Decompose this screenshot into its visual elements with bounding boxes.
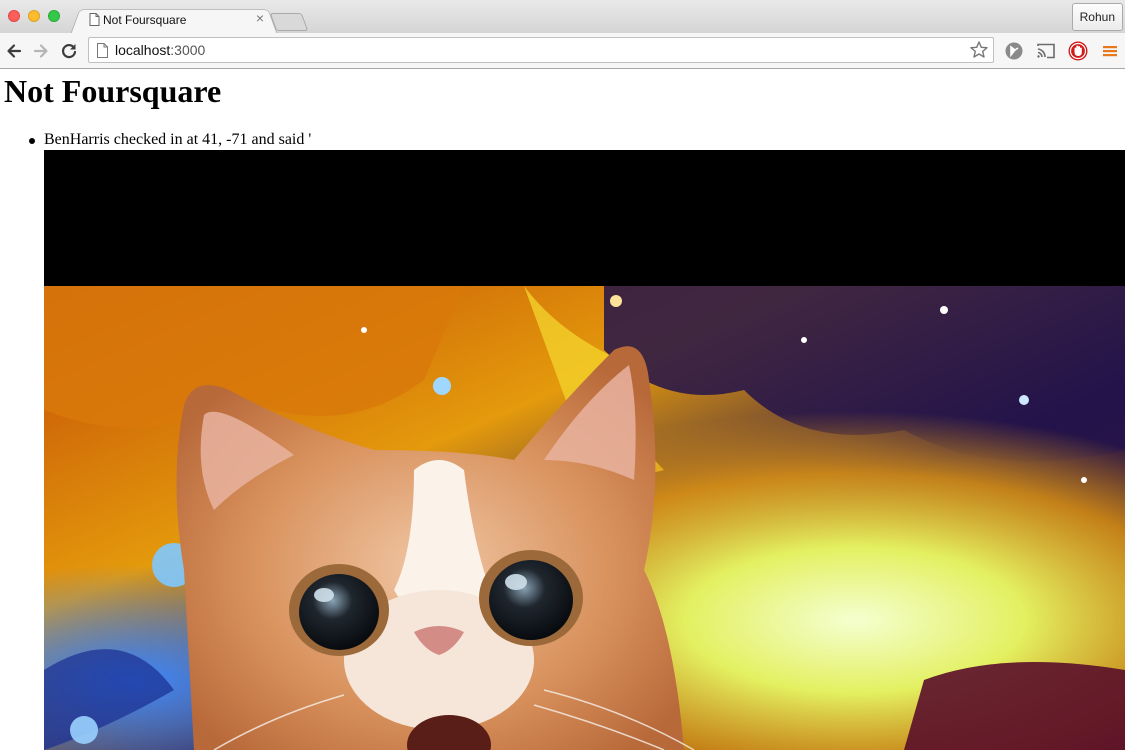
menu-icon[interactable] <box>1099 40 1121 62</box>
url-text: localhost:3000 <box>115 42 205 58</box>
adblock-icon[interactable] <box>1067 40 1089 62</box>
close-window-button[interactable] <box>8 10 20 22</box>
bookmark-star-icon[interactable] <box>969 40 989 60</box>
web-page: Not Foursquare BenHarris checked in at 4… <box>0 69 1125 750</box>
tab-active[interactable]: Not Foursquare × <box>84 6 270 33</box>
page-icon <box>97 43 108 58</box>
list-bullet <box>29 138 35 144</box>
tab-strip: Not Foursquare × Rohun <box>0 0 1125 36</box>
new-tab-button[interactable] <box>269 13 309 31</box>
minimize-window-button[interactable] <box>28 10 40 22</box>
cat-photo-drawing <box>44 150 1125 750</box>
address-bar[interactable]: localhost:3000 <box>88 37 994 63</box>
checkin-list: BenHarris checked in at 41, -71 and said… <box>0 130 1125 750</box>
checkin-text: BenHarris checked in at 41, -71 and said… <box>44 131 312 148</box>
reload-icon <box>61 44 77 59</box>
zoom-window-button[interactable] <box>48 10 60 22</box>
back-icon <box>7 44 22 58</box>
list-item: BenHarris checked in at 41, -71 and said… <box>0 130 1125 750</box>
back-button[interactable] <box>4 41 24 61</box>
extension-icon[interactable] <box>1003 40 1025 62</box>
url-host: localhost <box>115 42 171 58</box>
browser-toolbar: localhost:3000 <box>0 33 1125 69</box>
profile-button[interactable]: Rohun <box>1071 3 1123 31</box>
forward-button[interactable] <box>31 41 51 61</box>
page-title: Not Foursquare <box>4 73 222 109</box>
cat-in-space-photo <box>44 150 1125 750</box>
tab-title: Not Foursquare <box>103 13 187 27</box>
url-port: :3000 <box>170 42 206 58</box>
cast-icon[interactable] <box>1035 40 1057 62</box>
reload-button[interactable] <box>59 41 79 61</box>
tab-close-icon[interactable]: × <box>256 10 264 26</box>
forward-icon <box>33 44 48 58</box>
page-icon <box>89 13 100 26</box>
